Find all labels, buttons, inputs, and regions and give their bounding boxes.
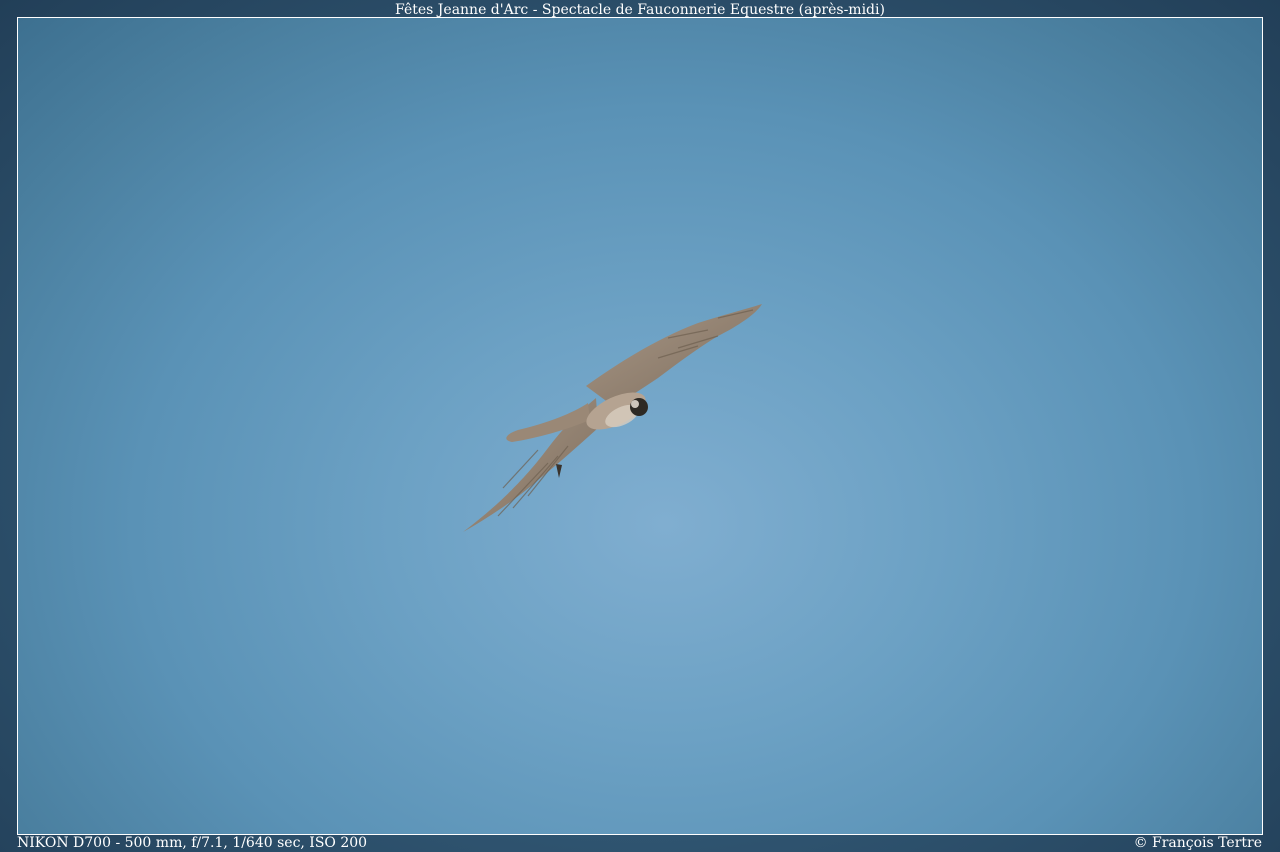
falcon-image	[463, 304, 762, 532]
photo	[17, 17, 1263, 835]
falcon-right-wing	[586, 304, 762, 406]
copyright-notice: © François Tertre	[1133, 835, 1262, 851]
exif-caption: NIKON D700 - 500 mm, f/7.1, 1/640 sec, I…	[17, 835, 368, 851]
